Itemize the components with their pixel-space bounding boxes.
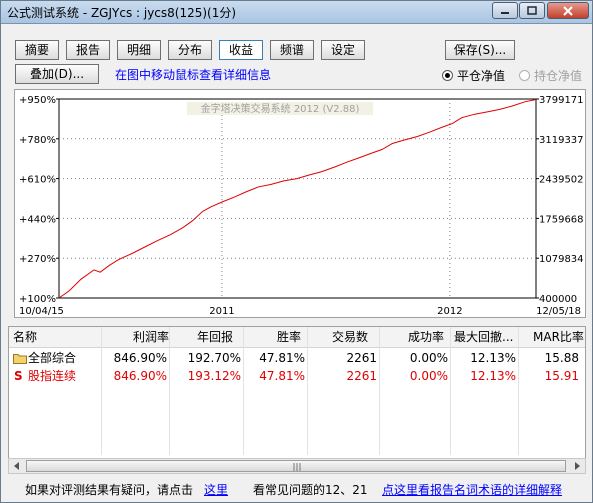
right-tick-label: 400000 — [539, 294, 577, 305]
radio-hold-equity-dot — [519, 70, 530, 81]
row-trades: 2261 — [346, 351, 377, 365]
title-bar[interactable]: 公式测试系统 - ZGJYcs : jycs8(125)(1分) — [1, 1, 592, 24]
maximize-icon — [527, 5, 537, 15]
status-prefix-text: 如果对评测结果有疑问，请点击 — [25, 483, 194, 497]
row-mar: 15.88 — [544, 351, 579, 365]
row-annual: 193.12% — [187, 369, 241, 383]
here-link[interactable]: 这里 — [204, 481, 228, 499]
row-success: 0.00% — [409, 369, 448, 383]
radio-hold-equity: 持仓净值 — [519, 67, 582, 84]
right-tick-label: 3799171 — [539, 95, 584, 106]
s-icon: S — [14, 369, 23, 383]
report-terms-link[interactable]: 点这里看报告名词术语的详细解释 — [382, 481, 562, 499]
scroll-right-icon[interactable] — [569, 459, 585, 473]
equity-chart[interactable]: +950% 3799171 +780% 3119337 +610% 2439502 +440… — [14, 89, 586, 318]
close-icon — [563, 5, 573, 16]
status-bar: 如果对评测结果有疑问，请点击 这里 看常见问题的12、21 点这里看报告名词术语… — [1, 479, 592, 501]
row-success: 0.00% — [409, 351, 448, 365]
scroll-thumb[interactable] — [26, 460, 566, 472]
minimize-button[interactable] — [492, 2, 518, 19]
tab-distribution[interactable]: 分布 — [168, 40, 212, 60]
col-mar[interactable]: MAR比率 — [533, 328, 584, 346]
maximize-button[interactable] — [519, 2, 545, 19]
results-grid: 名称 利润率 年回报 胜率 交易数 成功率 最大回撤... MAR比率 全部综合… — [8, 326, 586, 474]
col-drawdown[interactable]: 最大回撤... — [454, 328, 513, 346]
x-axis-label: 2012 — [437, 306, 462, 317]
right-tick-label: 1079834 — [539, 254, 584, 265]
tab-details[interactable]: 明细 — [117, 40, 161, 60]
row-winrate: 47.81% — [259, 369, 305, 383]
row-winrate: 47.81% — [259, 351, 305, 365]
faq-text: 看常见问题的12、21 — [253, 483, 368, 497]
left-tick-label: +950% — [19, 95, 56, 106]
overlay-button[interactable]: 叠加(D)... — [15, 64, 99, 84]
radio-close-equity-label: 平仓净值 — [457, 69, 506, 83]
close-button[interactable] — [547, 2, 589, 19]
col-profit[interactable]: 利润率 — [133, 328, 169, 346]
left-tick-label: +610% — [19, 175, 56, 186]
minimize-icon — [501, 11, 509, 14]
tab-settings[interactable]: 设定 — [321, 40, 365, 60]
x-axis-label: 2011 — [209, 306, 234, 317]
left-tick-label: +780% — [19, 135, 56, 146]
col-winrate[interactable]: 胜率 — [277, 328, 301, 346]
col-success[interactable]: 成功率 — [408, 328, 444, 346]
left-tick-label: +270% — [19, 254, 56, 265]
radio-close-equity-dot — [442, 70, 453, 81]
grid-header: 名称 利润率 年回报 胜率 交易数 成功率 最大回撤... MAR比率 — [9, 327, 585, 348]
col-trades[interactable]: 交易数 — [332, 328, 368, 346]
tab-spectrum[interactable]: 频谱 — [270, 40, 314, 60]
right-tick-label: 3119337 — [539, 135, 584, 146]
col-annual[interactable]: 年回报 — [197, 328, 233, 346]
row-profit: 846.90% — [113, 369, 167, 383]
x-axis-label: 10/04/15 — [19, 306, 64, 317]
plot-area — [58, 98, 537, 299]
chart-hint-text: 在图中移动鼠标查看详细信息 — [115, 68, 272, 82]
equity-chart-svg[interactable]: +950% 3799171 +780% 3119337 +610% 2439502 +440… — [15, 90, 585, 317]
row-annual: 192.70% — [187, 351, 241, 365]
row-profit: 846.90% — [113, 351, 167, 365]
radio-hold-equity-label: 持仓净值 — [534, 69, 583, 83]
right-tick-label: 2439502 — [539, 175, 584, 186]
left-tick-label: +100% — [19, 294, 56, 305]
save-button[interactable]: 保存(S)... — [445, 40, 515, 60]
grid-horizontal-scrollbar[interactable] — [8, 458, 586, 474]
col-name[interactable]: 名称 — [13, 328, 37, 346]
tab-report[interactable]: 报告 — [66, 40, 110, 60]
scroll-left-icon[interactable] — [9, 459, 25, 473]
x-axis-label: 12/05/18 — [536, 306, 581, 317]
radio-close-equity[interactable]: 平仓净值 — [442, 67, 505, 84]
row-trades: 2261 — [346, 369, 377, 383]
right-tick-label: 1759668 — [539, 214, 584, 225]
row-drawdown: 12.13% — [470, 351, 516, 365]
tab-summary[interactable]: 摘要 — [15, 40, 59, 60]
window-title: 公式测试系统 - ZGJYcs : jycs8(125)(1分) — [7, 6, 237, 20]
tab-returns[interactable]: 收益 — [219, 40, 263, 60]
table-row[interactable]: S 股指连续 846.90% 193.12% 47.81% 2261 0.00%… — [9, 367, 585, 385]
chart-title: 金字塔决策交易系统 2012 (V2.88) — [201, 102, 360, 115]
row-name: 全部综合 — [28, 351, 77, 365]
left-tick-label: +440% — [19, 214, 56, 225]
strategy-test-window: 公式测试系统 - ZGJYcs : jycs8(125)(1分) 摘要 报告 明… — [0, 0, 593, 503]
row-name: 股指连续 — [28, 369, 77, 383]
row-mar: 15.91 — [544, 369, 579, 383]
folder-icon — [13, 354, 27, 364]
row-drawdown: 12.13% — [470, 369, 516, 383]
grip-icon — [293, 463, 301, 471]
table-row[interactable]: 全部综合 846.90% 192.70% 47.81% 2261 0.00% 1… — [9, 349, 585, 367]
